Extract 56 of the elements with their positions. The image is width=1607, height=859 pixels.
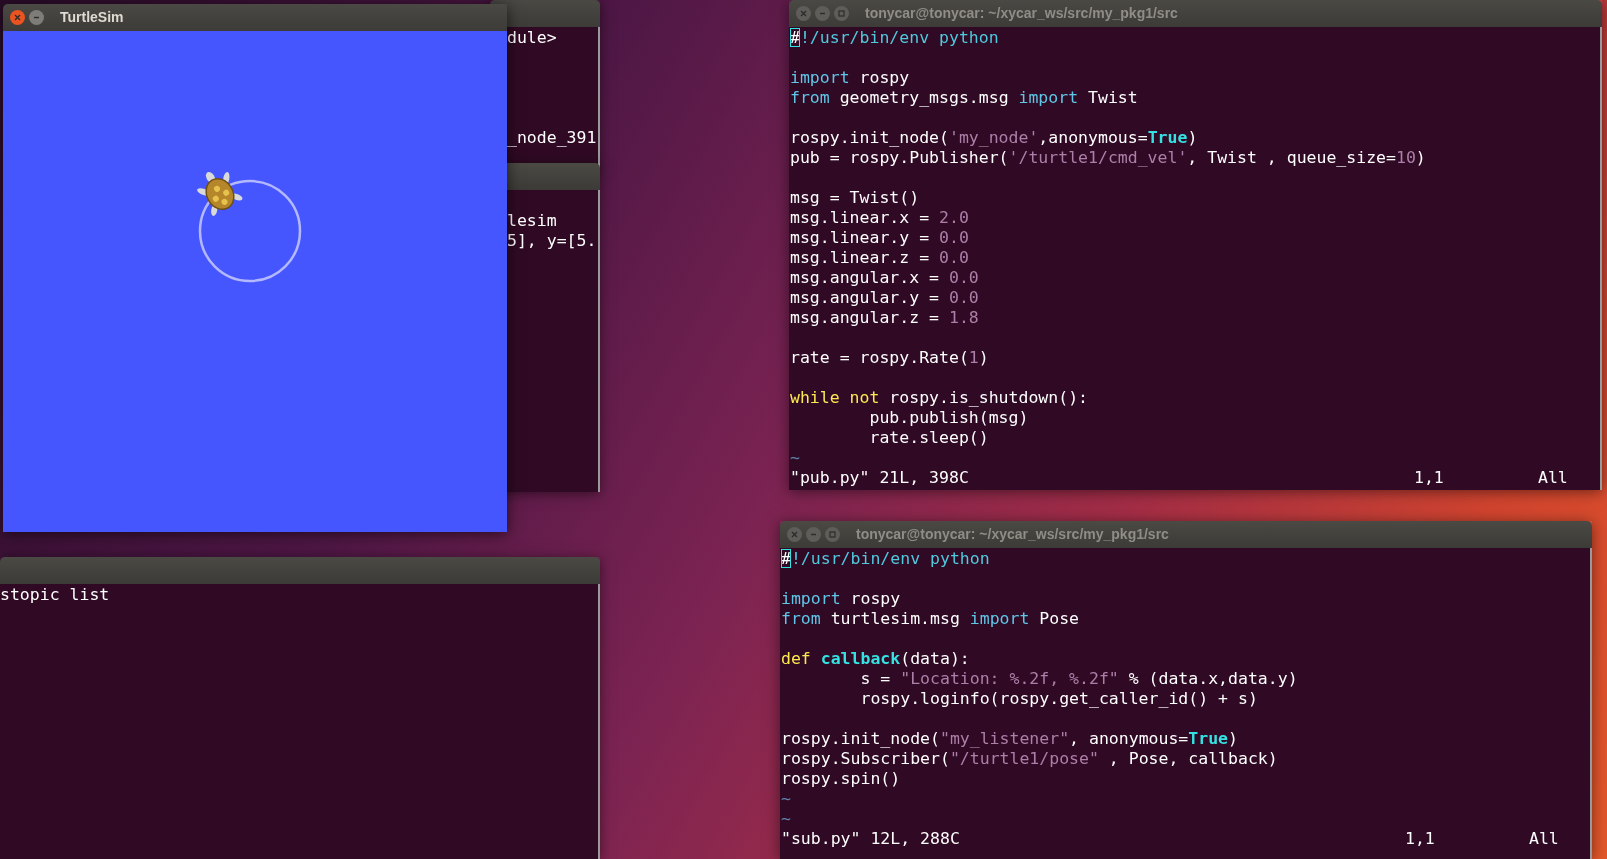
close-icon bbox=[799, 9, 808, 18]
code-line: msg.linear.z = 0.0 bbox=[790, 248, 969, 268]
code-line: from turtlesim.msg import Pose bbox=[781, 609, 1080, 629]
terminal-line: lesim bbox=[507, 211, 557, 231]
scroll-position: All bbox=[1529, 829, 1559, 849]
close-button[interactable] bbox=[10, 10, 25, 25]
code-line: msg.linear.y = 0.0 bbox=[790, 228, 969, 248]
minimize-button[interactable] bbox=[815, 6, 830, 21]
code-line: import rospy bbox=[790, 68, 910, 88]
close-icon bbox=[790, 530, 799, 539]
code-line: rospy.spin() bbox=[781, 769, 901, 789]
maximize-button[interactable] bbox=[834, 6, 849, 21]
code-line: rospy.loginfo(rospy.get_caller_id() + s) bbox=[859, 689, 1258, 709]
code-line: from geometry_msgs.msg import Twist bbox=[790, 88, 1138, 108]
code-line: import rospy bbox=[781, 589, 901, 609]
turtle-icon bbox=[197, 171, 243, 216]
window-title: tonycar@tonycar: ~/xycar_ws/src/my_pkg1/src bbox=[856, 525, 1169, 544]
maximize-icon bbox=[828, 530, 837, 539]
code-line: def callback(data): bbox=[781, 649, 970, 669]
terminal-line: dule> bbox=[507, 28, 557, 48]
window-title: TurtleSim bbox=[60, 8, 124, 27]
cursor-position: 1,1 bbox=[1414, 468, 1445, 488]
code-line: msg = Twist() bbox=[790, 188, 920, 208]
code-line: msg.angular.z = 1.8 bbox=[790, 308, 979, 328]
cursor-position: 1,1 bbox=[1405, 829, 1436, 849]
code-line: rospy.init_node("my_listener", anonymous=True) bbox=[781, 729, 1238, 749]
terminal-line: _node_391 bbox=[507, 128, 597, 148]
window-title: tonycar@tonycar: ~/xycar_ws/src/my_pkg1/src bbox=[865, 4, 1178, 23]
code-line: s = "Location: %.2f, %.2f" % (data.x,data.y) bbox=[859, 669, 1298, 689]
terminal-line: 5], y=[5. bbox=[507, 231, 597, 251]
code-line: rate = rospy.Rate(1) bbox=[790, 348, 989, 368]
maximize-button[interactable] bbox=[825, 527, 840, 542]
close-icon bbox=[13, 13, 22, 22]
code-line: msg.angular.y = 0.0 bbox=[790, 288, 979, 308]
code-line: #!/usr/bin/env python bbox=[781, 549, 990, 569]
empty-line-marker: ~ bbox=[781, 809, 791, 829]
code-line: msg.linear.x = 2.0 bbox=[790, 208, 969, 228]
scroll-position: All bbox=[1538, 468, 1568, 488]
minimize-button[interactable] bbox=[29, 10, 44, 25]
terminal-line: stopic list bbox=[0, 585, 110, 605]
code-line: pub = rospy.Publisher('/turtle1/cmd_vel', Twist , queue_size=10) bbox=[790, 148, 1426, 168]
code-line: rate.sleep() bbox=[868, 428, 989, 448]
close-button[interactable] bbox=[796, 6, 811, 21]
code-line: while not rospy.is_shutdown(): bbox=[790, 388, 1089, 408]
code-line: rospy.init_node('my_node',anonymous=True) bbox=[790, 128, 1198, 148]
code-line: msg.angular.x = 0.0 bbox=[790, 268, 979, 288]
status-message: "sub.py" 12L, 288C bbox=[781, 829, 961, 849]
code-line: pub.publish(msg) bbox=[868, 408, 1029, 428]
empty-line-marker: ~ bbox=[781, 789, 791, 809]
minimize-button[interactable] bbox=[806, 527, 821, 542]
status-message: "pub.py" 21L, 398C bbox=[790, 468, 970, 488]
close-button[interactable] bbox=[787, 527, 802, 542]
maximize-icon bbox=[837, 9, 846, 18]
empty-line-marker: ~ bbox=[790, 448, 800, 468]
code-line: #!/usr/bin/env python bbox=[790, 28, 999, 48]
code-line: rospy.Subscriber("/turtle1/pose" , Pose, callback) bbox=[781, 749, 1278, 769]
